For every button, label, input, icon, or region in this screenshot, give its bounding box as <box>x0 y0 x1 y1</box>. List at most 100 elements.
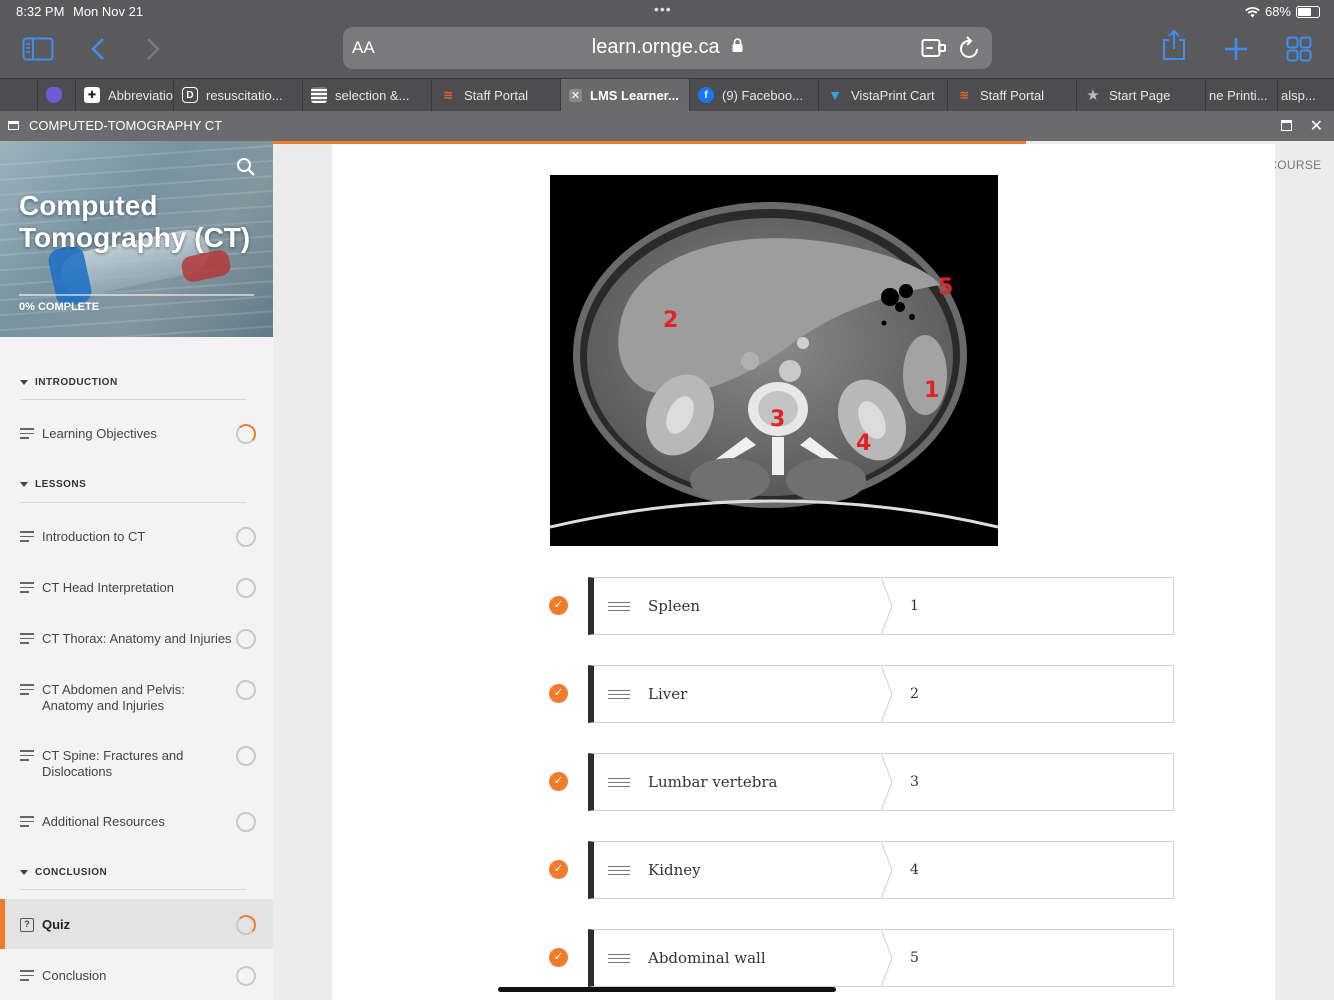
correct-check-icon: ✓ <box>549 948 568 967</box>
reload-icon[interactable] <box>959 36 981 60</box>
tab-10[interactable]: ★ Start Page <box>1077 79 1206 111</box>
tab-overview-icon[interactable] <box>1282 34 1316 64</box>
tab-9[interactable]: ≋ Staff Portal <box>948 79 1077 111</box>
close-window-icon[interactable]: ✕ <box>1310 116 1323 136</box>
ct-scan-drawing <box>550 202 998 529</box>
forward-icon[interactable] <box>136 34 170 64</box>
medical-favicon-icon: ✚ <box>84 87 100 103</box>
d-favicon-icon: D <box>182 87 198 103</box>
back-icon[interactable] <box>81 34 115 64</box>
sidebar-item-ct-spine[interactable]: CT Spine: Fractures and Dislocations <box>0 741 273 785</box>
sidebar-item-learning-objectives[interactable]: Learning Objectives <box>0 419 273 449</box>
lesson-icon <box>20 684 34 698</box>
answer-card[interactable]: 4 <box>880 841 1174 899</box>
new-tab-icon[interactable] <box>1219 34 1253 64</box>
shield-favicon-icon <box>46 87 62 103</box>
course-title: Computed Tomography (CT) <box>19 190 251 253</box>
drag-handle-icon[interactable] <box>608 866 630 878</box>
drag-handle-icon[interactable] <box>608 690 630 702</box>
ct-scan-image: 2 3 4 1 5 <box>550 175 998 546</box>
tab-0[interactable] <box>0 79 38 111</box>
ct-label-1: 1 <box>924 378 940 403</box>
tab-5[interactable]: ≋ Staff Portal <box>432 79 561 111</box>
caret-down-icon <box>20 482 28 487</box>
tab-6-active[interactable]: ✕ LMS Learner... <box>561 79 690 111</box>
ct-label-3: 3 <box>770 407 786 432</box>
drag-term-card[interactable]: Liver <box>588 665 884 723</box>
course-window-bar: COMPUTED-TOMOGRAPHY CT ✕ <box>0 111 1334 141</box>
section-heading-lessons[interactable]: LESSONS <box>20 479 86 490</box>
match-row[interactable]: ✓ Liver 2 <box>549 665 1174 723</box>
correct-check-icon: ✓ <box>549 684 568 703</box>
progress-ring-icon <box>236 680 256 700</box>
sidebar-item-conclusion[interactable]: Conclusion <box>0 961 273 991</box>
tab-11[interactable]: ne Printi... <box>1206 79 1278 111</box>
course-progress-label: 0% COMPLETE <box>19 301 100 313</box>
section-heading-conclusion[interactable]: CONCLUSION <box>20 867 107 878</box>
caret-down-icon <box>20 870 28 875</box>
tab-2[interactable]: ✚ Abbreviatio <box>76 79 174 111</box>
answer-card[interactable]: 5 <box>880 929 1174 987</box>
match-row[interactable]: ✓ Abdominal wall 5 <box>549 929 1174 987</box>
tab-8[interactable]: ▼ VistaPrint Cart <box>819 79 948 111</box>
connector-chevron-icon <box>880 577 894 635</box>
match-row[interactable]: ✓ Lumbar vertebra 3 <box>549 753 1174 811</box>
address-bar[interactable]: AA learn.ornge.ca <box>343 27 992 69</box>
tab-3[interactable]: Dresuscitatio... <box>174 79 303 111</box>
restore-window-icon[interactable] <box>1281 120 1292 131</box>
section-heading-introduction[interactable]: INTRODUCTION <box>20 377 118 388</box>
multitasking-dots-icon[interactable]: ••• <box>654 1 672 17</box>
lesson-icon <box>20 970 34 984</box>
answer-card[interactable]: 2 <box>880 665 1174 723</box>
battery-icon <box>1296 5 1320 18</box>
correct-check-icon: ✓ <box>549 596 568 615</box>
close-tab-icon[interactable]: ✕ <box>569 88 582 102</box>
lesson-content-area: EXIT COURSE 2 3 4 1 5 ✓ Spleen 1 ✓ Liver… <box>273 141 1334 1000</box>
search-icon[interactable] <box>236 157 256 177</box>
progress-ring-icon <box>236 746 256 766</box>
drag-handle-icon[interactable] <box>608 602 630 614</box>
match-row[interactable]: ✓ Kidney 4 <box>549 841 1174 899</box>
sidebar-item-additional-resources[interactable]: Additional Resources <box>0 807 273 837</box>
drag-handle-icon[interactable] <box>608 954 630 966</box>
drag-term-card[interactable]: Abdominal wall <box>588 929 884 987</box>
table-favicon-icon <box>311 87 327 103</box>
drag-term-card[interactable]: Spleen <box>588 577 884 635</box>
browser-toolbar: AA learn.ornge.ca <box>0 24 1334 78</box>
share-icon[interactable] <box>1157 29 1191 60</box>
correct-check-icon: ✓ <box>549 772 568 791</box>
extension-icon[interactable] <box>921 37 947 59</box>
lesson-icon <box>20 633 34 647</box>
connector-chevron-icon <box>880 753 894 811</box>
tab-4[interactable]: selection &... <box>303 79 432 111</box>
progress-ring-icon <box>236 915 256 935</box>
tab-1[interactable] <box>38 79 76 111</box>
course-hero: Computed Tomography (CT) 0% COMPLETE <box>0 141 273 337</box>
match-row[interactable]: ✓ Spleen 1 <box>549 577 1174 635</box>
sidebar-toggle-icon[interactable] <box>21 34 55 64</box>
answer-card[interactable]: 1 <box>880 577 1174 635</box>
url-text[interactable]: learn.ornge.ca <box>592 36 720 58</box>
sidebar-item-ct-thorax[interactable]: CT Thorax: Anatomy and Injuries <box>0 624 273 654</box>
status-bar: 8:32 PM Mon Nov 21 ••• 68% <box>0 0 1334 24</box>
connector-chevron-icon <box>880 665 894 723</box>
drag-term-card[interactable]: Kidney <box>588 841 884 899</box>
tab-7[interactable]: f (9) Faceboo... <box>690 79 819 111</box>
sidebar-item-quiz[interactable]: ? Quiz <box>0 899 273 949</box>
answer-card[interactable]: 3 <box>880 753 1174 811</box>
sidebar-item-ct-head-interpretation[interactable]: CT Head Interpretation <box>0 573 273 603</box>
lesson-icon <box>20 531 34 545</box>
lock-icon <box>732 38 743 52</box>
progress-ring-icon <box>236 966 256 986</box>
status-date: Mon Nov 21 <box>73 4 144 19</box>
sidebar-item-ct-abdomen-pelvis[interactable]: CT Abdomen and Pelvis: Anatomy and Injur… <box>0 675 273 719</box>
wifi-icon <box>1245 6 1260 17</box>
drag-handle-icon[interactable] <box>608 778 630 790</box>
lesson-icon <box>20 428 34 442</box>
tab-12[interactable]: alsp... <box>1278 79 1334 111</box>
drag-term-card[interactable]: Lumbar vertebra <box>588 753 884 811</box>
sidebar-item-introduction-to-ct[interactable]: Introduction to CT <box>0 522 273 552</box>
course-progress-bar <box>19 294 254 296</box>
ct-label-4: 4 <box>856 431 872 456</box>
home-indicator[interactable] <box>498 987 836 992</box>
